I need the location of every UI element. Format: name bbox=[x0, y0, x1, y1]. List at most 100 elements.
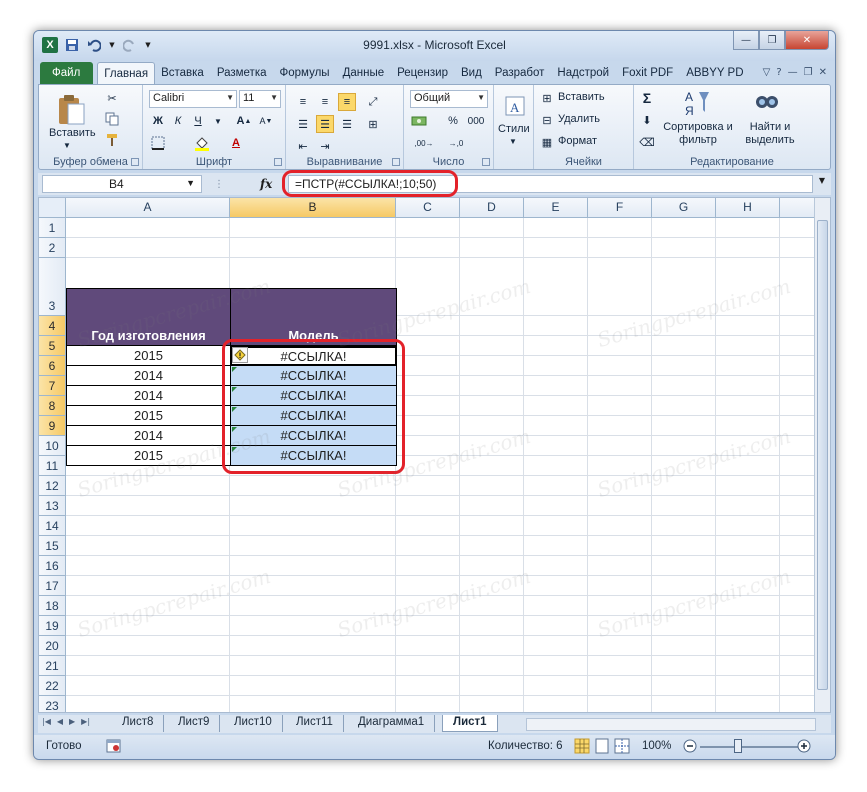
workbook-restore-icon[interactable]: ❐ bbox=[804, 67, 813, 78]
sheet-tab-list9[interactable]: Лист9 bbox=[168, 715, 221, 732]
row-header[interactable]: 23 bbox=[39, 696, 66, 712]
styles-icon[interactable]: A bbox=[502, 91, 528, 121]
autosum-icon[interactable]: Σ bbox=[638, 89, 656, 107]
year-cell[interactable]: 2014 bbox=[66, 426, 231, 446]
sheet-tab-list11[interactable]: Лист11 bbox=[286, 715, 344, 732]
delete-cells-button[interactable]: Удалить bbox=[558, 113, 600, 125]
insert-function-button[interactable]: fx bbox=[260, 177, 272, 191]
column-header-d[interactable]: D bbox=[460, 198, 524, 218]
increase-font-icon[interactable]: A ▲ bbox=[235, 112, 253, 130]
align-bottom-icon[interactable]: ≡ bbox=[338, 93, 356, 111]
row-header[interactable]: 12 bbox=[39, 476, 66, 496]
year-cell[interactable]: 2014 bbox=[66, 366, 231, 386]
tab-file[interactable]: Файл bbox=[40, 62, 94, 84]
tab-view[interactable]: Вид bbox=[455, 62, 489, 84]
decrease-decimal-icon[interactable]: →,0 bbox=[442, 134, 470, 152]
tab-data[interactable]: Данные bbox=[337, 62, 392, 84]
workbook-minimize-icon[interactable]: — bbox=[788, 67, 798, 78]
row-header[interactable]: 14 bbox=[39, 516, 66, 536]
sheet-tab-list1[interactable]: Лист1 bbox=[442, 715, 498, 732]
tab-page-layout[interactable]: Разметка bbox=[211, 62, 274, 84]
underline-dropdown-icon[interactable]: ▼ bbox=[209, 112, 227, 130]
clear-icon[interactable]: ⌫ bbox=[638, 133, 656, 151]
align-middle-icon[interactable]: ≡ bbox=[316, 93, 334, 111]
sort-filter-icon[interactable]: АЯ bbox=[682, 87, 712, 119]
vertical-scroll-thumb[interactable] bbox=[817, 220, 828, 690]
fill-color-icon[interactable] bbox=[193, 134, 211, 152]
row-header[interactable]: 7 bbox=[39, 376, 66, 396]
row-header[interactable]: 15 bbox=[39, 536, 66, 556]
tab-insert[interactable]: Вставка bbox=[155, 62, 211, 84]
delete-cells-icon[interactable]: ⊟ bbox=[538, 111, 556, 129]
horizontal-scrollbar[interactable] bbox=[526, 718, 816, 731]
merge-center-icon[interactable]: ⊞ bbox=[364, 115, 382, 133]
column-header-h[interactable]: H bbox=[716, 198, 780, 218]
paste-icon[interactable] bbox=[53, 89, 89, 129]
zoom-level[interactable]: 100% bbox=[642, 740, 671, 752]
zoom-out-icon[interactable] bbox=[682, 738, 698, 757]
find-select-icon[interactable] bbox=[752, 87, 782, 119]
row-header[interactable]: 8 bbox=[39, 396, 66, 416]
column-header-partial[interactable] bbox=[780, 198, 816, 218]
bold-button[interactable]: Ж bbox=[149, 112, 167, 130]
italic-button[interactable]: К bbox=[169, 112, 187, 130]
insert-cells-button[interactable]: Вставить bbox=[558, 91, 605, 103]
zoom-in-icon[interactable] bbox=[796, 738, 812, 757]
align-left-icon[interactable]: ☰ bbox=[294, 115, 312, 133]
row-header[interactable]: 17 bbox=[39, 576, 66, 596]
normal-view-icon[interactable] bbox=[574, 738, 590, 757]
increase-indent-icon[interactable]: ⇥ bbox=[316, 137, 334, 155]
row-header[interactable]: 6 bbox=[39, 356, 66, 376]
year-cell[interactable]: 2015 bbox=[66, 446, 231, 466]
header-cell-year[interactable]: Год изготовления bbox=[66, 288, 231, 346]
row-header[interactable]: 18 bbox=[39, 596, 66, 616]
decrease-indent-icon[interactable]: ⇤ bbox=[294, 137, 312, 155]
column-header-a[interactable]: A bbox=[66, 198, 230, 218]
row-header[interactable]: 11 bbox=[39, 456, 66, 476]
decrease-font-icon[interactable]: A ▼ bbox=[257, 112, 275, 130]
help-icon[interactable]: ? bbox=[776, 67, 781, 78]
fill-icon[interactable]: ⬇ bbox=[638, 111, 656, 129]
sheet-tab-chart1[interactable]: Диаграмма1 bbox=[348, 715, 436, 732]
clipboard-launcher-icon[interactable] bbox=[131, 158, 139, 166]
worksheet-grid[interactable]: A B C D E F G H 1 2 3 4 5 6 7 8 9 10 11 12 13 14 15 16 1… bbox=[38, 197, 831, 713]
align-right-icon[interactable]: ☰ bbox=[338, 115, 356, 133]
row-header[interactable]: 2 bbox=[39, 238, 66, 258]
format-cells-icon[interactable]: ▦ bbox=[538, 133, 556, 151]
column-header-b[interactable]: B bbox=[230, 198, 396, 218]
row-header[interactable]: 4 bbox=[39, 316, 66, 336]
year-cell[interactable]: 2014 bbox=[66, 386, 231, 406]
format-painter-icon[interactable] bbox=[103, 131, 121, 149]
row-header[interactable]: 16 bbox=[39, 556, 66, 576]
paste-button[interactable]: Вставить bbox=[49, 127, 96, 139]
tab-abbyy-pdf[interactable]: ABBYY PD bbox=[680, 62, 750, 84]
tab-addins[interactable]: Надстрой bbox=[551, 62, 616, 84]
select-all-corner[interactable] bbox=[39, 198, 66, 218]
workbook-close-icon[interactable]: ✕ bbox=[819, 67, 827, 78]
row-header[interactable]: 13 bbox=[39, 496, 66, 516]
row-header[interactable]: 3 bbox=[39, 258, 66, 316]
restore-button[interactable]: ❐ bbox=[759, 31, 785, 50]
sheet-tab-list10[interactable]: Лист10 bbox=[224, 715, 283, 732]
tab-review[interactable]: Рецензир bbox=[391, 62, 455, 84]
find-select-button[interactable]: Найти и выделить bbox=[740, 121, 800, 147]
tab-home[interactable]: Главная bbox=[97, 62, 156, 84]
styles-button[interactable]: Стили bbox=[498, 123, 530, 135]
page-break-view-icon[interactable] bbox=[614, 738, 630, 757]
next-sheet-icon[interactable]: ▶ bbox=[69, 717, 75, 726]
year-cell[interactable]: 2015 bbox=[66, 346, 231, 366]
sort-filter-button[interactable]: Сортировка и фильтр bbox=[662, 121, 734, 147]
tab-formulas[interactable]: Формулы bbox=[274, 62, 337, 84]
column-header-e[interactable]: E bbox=[524, 198, 588, 218]
number-launcher-icon[interactable] bbox=[482, 158, 490, 166]
row-header[interactable]: 20 bbox=[39, 636, 66, 656]
font-name-combo[interactable]: Calibri ▼ bbox=[149, 90, 237, 108]
minimize-ribbon-icon[interactable]: ▽ bbox=[763, 67, 771, 78]
macro-record-icon[interactable] bbox=[106, 738, 122, 757]
tab-foxit-pdf[interactable]: Foxit PDF bbox=[616, 62, 680, 84]
last-sheet-icon[interactable]: ▶| bbox=[81, 717, 90, 726]
header-cell-model[interactable]: Модель bbox=[230, 288, 397, 346]
name-box[interactable]: B4 ▼ bbox=[42, 175, 202, 193]
paste-dropdown-icon[interactable]: ▼ bbox=[63, 141, 71, 150]
increase-decimal-icon[interactable]: ,00→ bbox=[410, 134, 438, 152]
